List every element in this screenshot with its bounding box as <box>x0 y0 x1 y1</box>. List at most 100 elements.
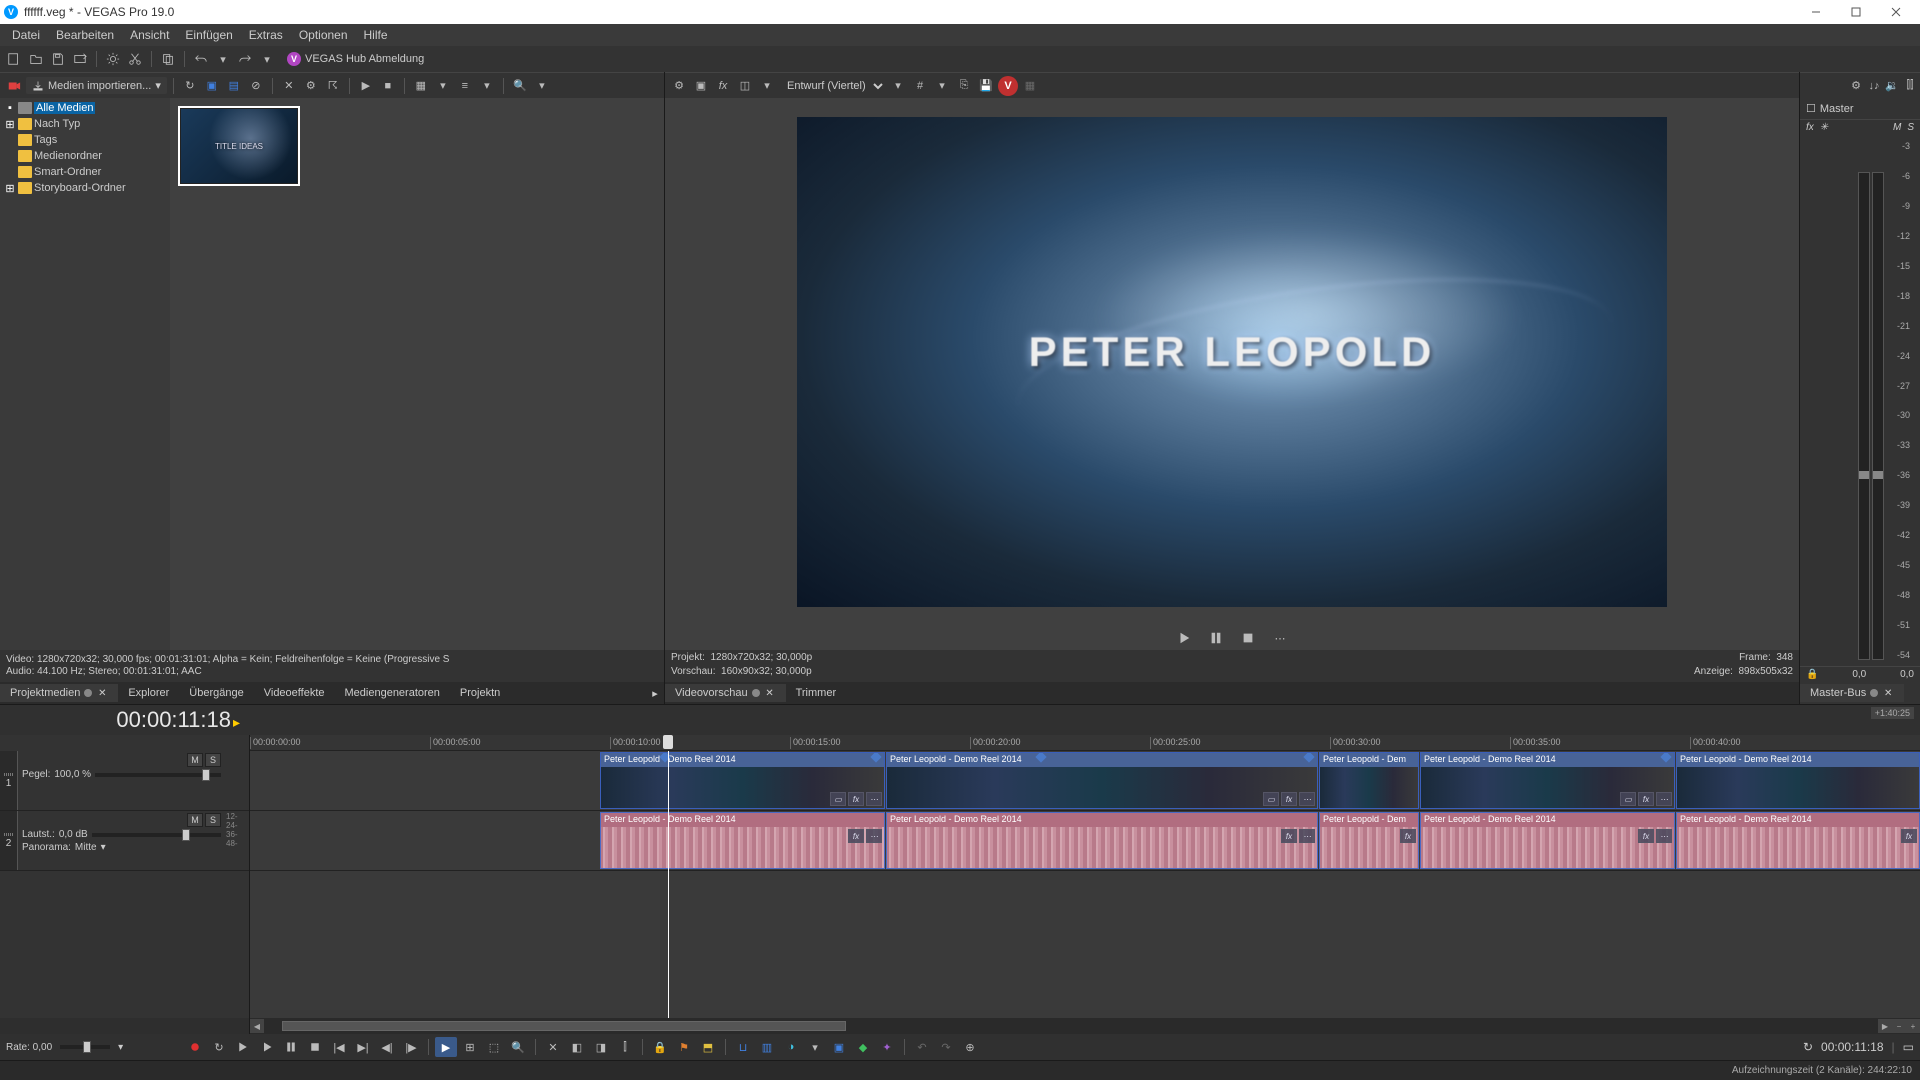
track-level-slider[interactable] <box>95 773 221 777</box>
go-end-button[interactable]: ▶| <box>352 1037 374 1057</box>
scroll-thumb[interactable] <box>282 1021 846 1031</box>
audio-clip[interactable]: Peter Leopold - Demo Reel 2014 fx⋯ <box>1420 812 1675 869</box>
tab-uebergaenge[interactable]: Übergänge <box>179 684 253 702</box>
zoom-in-icon[interactable]: + <box>1906 1019 1920 1033</box>
tab-videoeffekte[interactable]: Videoeffekte <box>254 684 335 702</box>
rate-slider[interactable] <box>60 1045 110 1049</box>
clip-crop-button[interactable]: ▭ <box>1263 792 1279 806</box>
master-solo-button[interactable]: S <box>1907 122 1914 133</box>
media-list-dropdown-icon[interactable]: ▾ <box>477 76 497 96</box>
quantize-button[interactable]: ▥ <box>756 1037 778 1057</box>
redo-tl-button[interactable]: ↷ <box>935 1037 957 1057</box>
preview-save-icon[interactable]: 💾 <box>976 76 996 96</box>
pause-button[interactable] <box>280 1037 302 1057</box>
import-media-button[interactable]: Medien importieren... ▾ <box>26 77 167 94</box>
clip-fx-button[interactable]: fx <box>848 792 864 806</box>
clip-crop-button[interactable]: ▭ <box>1620 792 1636 806</box>
tab-close-icon[interactable]: ✕ <box>764 687 776 699</box>
clip-more-button[interactable]: ⋯ <box>1299 829 1315 843</box>
preview-grid-icon[interactable]: # <box>910 76 930 96</box>
preview-overlay-icon[interactable]: ▦ <box>1020 76 1040 96</box>
open-icon[interactable] <box>26 49 46 69</box>
menu-ansicht[interactable]: Ansicht <box>122 25 177 45</box>
timecode-display[interactable]: 00:00:11:18▸ <box>0 707 250 733</box>
tree-smart[interactable]: Smart-Ordner <box>2 164 168 180</box>
redo-dropdown-icon[interactable]: ▾ <box>257 49 277 69</box>
menu-einfuegen[interactable]: Einfügen <box>177 25 240 45</box>
maximize-button[interactable] <box>1836 0 1876 24</box>
clip-crop-button[interactable]: ▭ <box>830 792 846 806</box>
menu-hilfe[interactable]: Hilfe <box>356 25 396 45</box>
clip-fx-button[interactable]: fx <box>1638 792 1654 806</box>
timeline-ruler[interactable]: 00:00:00:00 00:00:05:00 00:00:10:00 00:0… <box>250 735 1920 751</box>
selection-rect-icon[interactable]: ▭ <box>1903 1040 1914 1054</box>
audio-clip[interactable]: Peter Leopold - Dem fx <box>1319 812 1419 869</box>
track-solo-button[interactable]: S <box>205 813 221 827</box>
preview-settings-icon[interactable]: ⚙ <box>669 76 689 96</box>
ruler-playhead-icon[interactable] <box>663 735 673 749</box>
tab-videovorschau[interactable]: Videovorschau✕ <box>665 684 786 702</box>
clip-fx-button[interactable]: fx <box>848 829 864 843</box>
tab-projektmedien[interactable]: Projektmedien✕ <box>0 684 118 702</box>
tree-collapse-icon[interactable]: ▪ <box>4 102 16 114</box>
tree-tags[interactable]: Tags <box>2 132 168 148</box>
zoom-tool[interactable]: 🔍 <box>507 1037 529 1057</box>
tree-expand-icon[interactable]: ⊞ <box>4 182 16 195</box>
track-volume-slider[interactable] <box>92 833 221 837</box>
undo-dropdown-icon[interactable]: ▾ <box>213 49 233 69</box>
scroll-right-icon[interactable]: ▶ <box>1878 1019 1892 1033</box>
lock-icon[interactable]: 🔒 <box>1806 669 1818 680</box>
auto-crossfade-button[interactable]: ▣ <box>828 1037 850 1057</box>
media-list-icon[interactable]: ≡ <box>455 76 475 96</box>
undo-icon[interactable] <box>191 49 211 69</box>
preview-split-icon[interactable]: ◫ <box>735 76 755 96</box>
clip-more-button[interactable]: ⋯ <box>1299 792 1315 806</box>
master-settings-icon[interactable]: ⚙ <box>1848 78 1864 94</box>
pan-dropdown-icon[interactable]: ▾ <box>101 842 106 853</box>
track-header-1[interactable]: 1 MS Pegel: 100,0 % <box>0 751 249 811</box>
tree-mediafolders[interactable]: Medienordner <box>2 148 168 164</box>
master-dim-icon[interactable]: 🔉 <box>1884 78 1900 94</box>
refresh-icon[interactable]: ↻ <box>180 76 200 96</box>
tab-mediengeneratoren[interactable]: Mediengeneratoren <box>335 684 450 702</box>
video-clip[interactable]: Peter Leopold - Dem <box>1319 752 1419 809</box>
record-button[interactable] <box>184 1037 206 1057</box>
tab-trimmer[interactable]: Trimmer <box>786 684 847 702</box>
redo-icon[interactable] <box>235 49 255 69</box>
tab-projektnotizen[interactable]: Projektn <box>450 684 510 702</box>
add-track-button[interactable]: ⊕ <box>959 1037 981 1057</box>
audio-clip[interactable]: Peter Leopold - Demo Reel 2014 fx <box>1676 812 1920 869</box>
selection-tool[interactable]: ⬚ <box>483 1037 505 1057</box>
media-settings-icon[interactable]: ⚙ <box>301 76 321 96</box>
preview-quality-select[interactable]: Entwurf (Viertel) <box>779 77 886 95</box>
delete-button[interactable]: ✕ <box>542 1037 564 1057</box>
normal-edit-tool[interactable]: ▶ <box>435 1037 457 1057</box>
play-start-button[interactable] <box>232 1037 254 1057</box>
loop-icon[interactable]: ↻ <box>1803 1040 1813 1054</box>
clip-more-button[interactable]: ⋯ <box>866 792 882 806</box>
track-header-2[interactable]: 2 MS Lautst.: 0,0 dB Panorama: Mitte ▾ <box>0 811 249 871</box>
media-find-icon[interactable]: 🔍 <box>510 76 530 96</box>
clip-fx-button[interactable]: fx <box>1901 829 1917 843</box>
clip-more-button[interactable]: ⋯ <box>1656 829 1672 843</box>
more-transport-icon[interactable]: ⋯ <box>1269 627 1291 649</box>
track-mute-button[interactable]: M <box>187 813 203 827</box>
play-button[interactable] <box>256 1037 278 1057</box>
preview-v-icon[interactable]: V <box>998 76 1018 96</box>
cut-icon[interactable] <box>125 49 145 69</box>
scroll-left-icon[interactable]: ◀ <box>250 1019 264 1033</box>
stop-button[interactable] <box>1237 627 1259 649</box>
tab-masterbus[interactable]: Master-Bus✕ <box>1800 684 1904 702</box>
video-clip[interactable]: Peter Leopold - Demo Reel 2014 ▭fx⋯ <box>886 752 1318 809</box>
track-solo-button[interactable]: S <box>205 753 221 767</box>
envelope-tool[interactable]: ⊞ <box>459 1037 481 1057</box>
snap-button[interactable]: ⊔ <box>732 1037 754 1057</box>
lock-button[interactable]: 🔒 <box>649 1037 671 1057</box>
tab-explorer[interactable]: Explorer <box>118 684 179 702</box>
clip-fx-button[interactable]: fx <box>1400 829 1416 843</box>
video-clip[interactable]: Peter Leopold - Demo Reel 2014 ▭fx⋯ <box>600 752 885 809</box>
play-button[interactable] <box>1173 627 1195 649</box>
render-icon[interactable] <box>70 49 90 69</box>
video-clip[interactable]: Peter Leopold - Demo Reel 2014 <box>1676 752 1920 809</box>
menu-bearbeiten[interactable]: Bearbeiten <box>48 25 122 45</box>
